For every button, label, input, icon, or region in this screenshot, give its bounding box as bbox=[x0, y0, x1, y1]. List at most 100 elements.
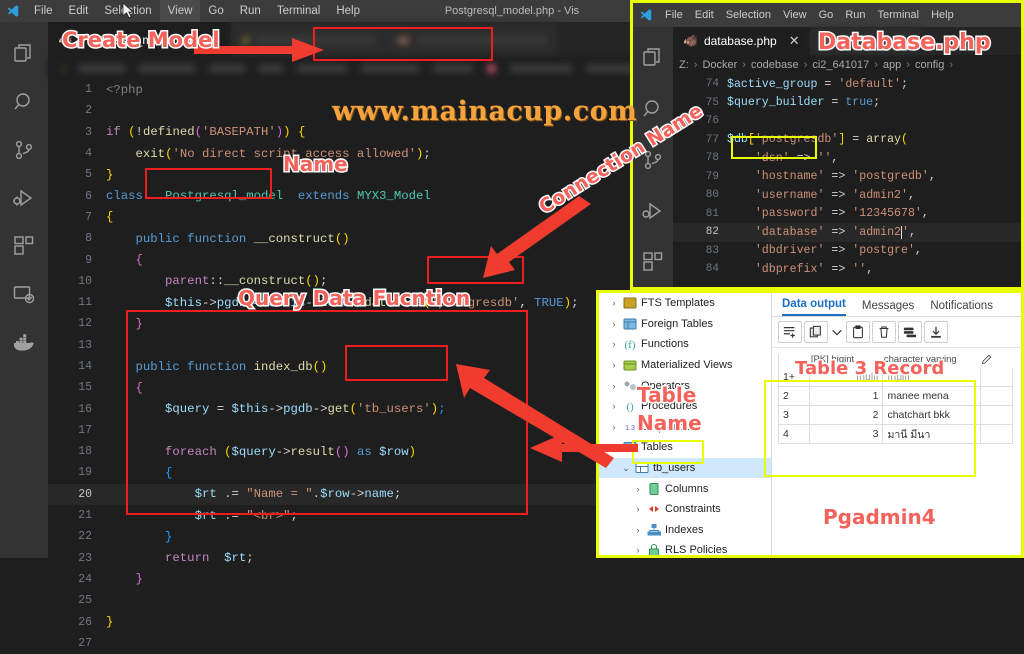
tab-database-php[interactable]: 🐗 database.php ✕ bbox=[673, 27, 811, 55]
title-bar: File Edit Selection View Go Run Terminal… bbox=[633, 3, 1021, 27]
result-tab-bar[interactable]: Data output Messages Notifications bbox=[772, 293, 1021, 317]
cell-rownum: 4 bbox=[778, 425, 811, 444]
extensions-icon[interactable] bbox=[633, 236, 673, 287]
menu-run[interactable]: Run bbox=[839, 4, 871, 26]
chevron-right-icon[interactable]: › bbox=[633, 545, 643, 555]
extensions-icon[interactable] bbox=[0, 222, 48, 270]
chevron-right-icon[interactable]: › bbox=[633, 504, 643, 514]
cell-rownum: 3 bbox=[778, 406, 811, 425]
code-line: 24 } bbox=[78, 572, 143, 587]
tree-item-constraints[interactable]: › Constraints bbox=[599, 499, 771, 520]
cell-name[interactable]: manee mena bbox=[883, 387, 981, 406]
table-row[interactable]: 3 2 chatchart bkk bbox=[778, 406, 1013, 425]
tree-item-columns[interactable]: › Columns bbox=[599, 478, 771, 499]
menu-run[interactable]: Run bbox=[232, 0, 269, 22]
code-line: 77 $db['postgresdb'] = array( bbox=[705, 133, 908, 147]
tree-item-label: Foreign Tables bbox=[641, 317, 713, 330]
source-control-icon[interactable] bbox=[0, 126, 48, 174]
menu-edit[interactable]: Edit bbox=[61, 0, 97, 22]
operators-icon bbox=[623, 379, 637, 392]
tree-item-functions[interactable]: › (f) Functions bbox=[599, 334, 771, 355]
menu-selection[interactable]: Selection bbox=[720, 4, 777, 26]
explorer-icon[interactable] bbox=[633, 33, 673, 84]
add-row-icon[interactable] bbox=[778, 321, 802, 343]
tree-item-label: tb_users bbox=[653, 462, 696, 475]
cell-name[interactable]: มานี มีนา bbox=[883, 425, 981, 444]
tab-messages[interactable]: Messages bbox=[862, 300, 914, 316]
menu-edit[interactable]: Edit bbox=[689, 4, 720, 26]
menu-terminal[interactable]: Terminal bbox=[872, 4, 926, 26]
tree-item-tb-users[interactable]: ⌄ tb_users bbox=[599, 457, 771, 479]
delete-row-icon[interactable] bbox=[872, 321, 896, 343]
chevron-right-icon[interactable]: › bbox=[609, 422, 619, 432]
cell-name[interactable]: chatchart bkk bbox=[883, 406, 981, 425]
chevron-right-icon[interactable]: › bbox=[633, 525, 643, 535]
tab-data-output[interactable]: Data output bbox=[782, 298, 846, 316]
save-data-icon[interactable] bbox=[898, 321, 922, 343]
tree-item-foreign-tables[interactable]: › Foreign Tables bbox=[599, 314, 771, 335]
sequences-icon: 1.3 bbox=[623, 420, 637, 433]
download-csv-icon[interactable] bbox=[924, 321, 948, 343]
breadcrumb[interactable]: Z: › Docker › codebase › ci2_641017 › app › c… bbox=[673, 55, 1021, 75]
breadcrumb-item[interactable]: ci2_641017 bbox=[812, 59, 869, 71]
menu-bar[interactable]: File Edit Selection View Go Run Terminal… bbox=[659, 4, 960, 26]
rls-policies-icon bbox=[647, 544, 661, 555]
breadcrumb-item[interactable]: codebase bbox=[751, 59, 799, 71]
svg-text:(): () bbox=[626, 401, 634, 413]
tab-js-file[interactable]: 𝜌 bbox=[232, 22, 387, 57]
cell-id[interactable]: 3 bbox=[810, 425, 884, 444]
breadcrumb-item[interactable]: Docker bbox=[702, 59, 737, 71]
menu-view[interactable]: View bbox=[777, 4, 813, 26]
tab-notifications[interactable]: Notifications bbox=[930, 300, 993, 316]
search-icon[interactable] bbox=[0, 78, 48, 126]
menu-go[interactable]: Go bbox=[813, 4, 840, 26]
pencil-icon[interactable] bbox=[981, 354, 1013, 368]
tree-item-rls-policies[interactable]: › RLS Policies bbox=[599, 540, 771, 555]
data-grid-toolbar[interactable] bbox=[772, 317, 1021, 348]
tab-other-file[interactable]: 🐗 bbox=[386, 22, 559, 57]
cell-id[interactable]: 2 bbox=[810, 406, 884, 425]
cell-id[interactable]: 1 bbox=[810, 387, 884, 406]
menu-help[interactable]: Help bbox=[925, 4, 960, 26]
chevron-down-icon[interactable]: ⌄ bbox=[621, 463, 631, 474]
chevron-down-icon[interactable] bbox=[830, 322, 844, 342]
chevron-right-icon[interactable]: › bbox=[609, 298, 619, 308]
tree-item-fts-templates[interactable]: › FTS Templates bbox=[599, 293, 771, 314]
tree-item-indexes[interactable]: › Indexes bbox=[599, 520, 771, 541]
tree-item-materialized-views[interactable]: › Materialized Views bbox=[599, 355, 771, 376]
annotation-table-3-record: Table 3 Record bbox=[793, 357, 945, 381]
menu-terminal[interactable]: Terminal bbox=[269, 0, 328, 22]
code-editor-database-php[interactable]: 74 $active_group = 'default'; 75 $query_bu… bbox=[673, 75, 1021, 287]
paste-icon[interactable] bbox=[846, 321, 870, 343]
chevron-right-icon[interactable]: › bbox=[633, 484, 643, 494]
tab-strip-blurred-tabs[interactable]: 𝜌 🐗 bbox=[232, 22, 559, 57]
foreign-tables-icon bbox=[623, 317, 637, 330]
menu-go[interactable]: Go bbox=[200, 0, 231, 22]
breadcrumb-item[interactable]: Z: bbox=[679, 59, 689, 71]
table-row[interactable]: 4 3 มานี มีนา bbox=[778, 425, 1013, 444]
code-line: 27 bbox=[78, 636, 92, 650]
breadcrumb-item[interactable]: config bbox=[915, 59, 944, 71]
chevron-right-icon[interactable]: › bbox=[609, 360, 619, 370]
chevron-right-icon[interactable]: › bbox=[609, 319, 619, 329]
explorer-icon[interactable] bbox=[0, 30, 48, 78]
copy-icon[interactable] bbox=[804, 321, 828, 343]
table-row[interactable]: 2 1 manee mena bbox=[778, 387, 1013, 406]
tree-item-tables[interactable]: ⌄ Tables bbox=[599, 437, 771, 458]
activity-bar[interactable] bbox=[0, 22, 48, 558]
remote-explorer-icon[interactable] bbox=[0, 270, 48, 318]
menu-bar[interactable]: File Edit Selection View Go Run Terminal… bbox=[26, 0, 368, 22]
run-and-debug-icon[interactable] bbox=[0, 174, 48, 222]
menu-help[interactable]: Help bbox=[328, 0, 368, 22]
run-and-debug-icon[interactable] bbox=[633, 185, 673, 236]
chevron-right-icon[interactable]: › bbox=[609, 381, 619, 391]
menu-view[interactable]: View bbox=[159, 0, 201, 22]
close-icon[interactable]: ✕ bbox=[789, 33, 800, 49]
breadcrumb-item[interactable]: app bbox=[883, 59, 901, 71]
docker-icon[interactable] bbox=[0, 318, 48, 366]
chevron-down-icon[interactable]: ⌄ bbox=[609, 442, 619, 453]
chevron-right-icon[interactable]: › bbox=[609, 339, 619, 349]
menu-file[interactable]: File bbox=[26, 0, 61, 22]
chevron-right-icon[interactable]: › bbox=[609, 401, 619, 411]
menu-file[interactable]: File bbox=[659, 4, 689, 26]
